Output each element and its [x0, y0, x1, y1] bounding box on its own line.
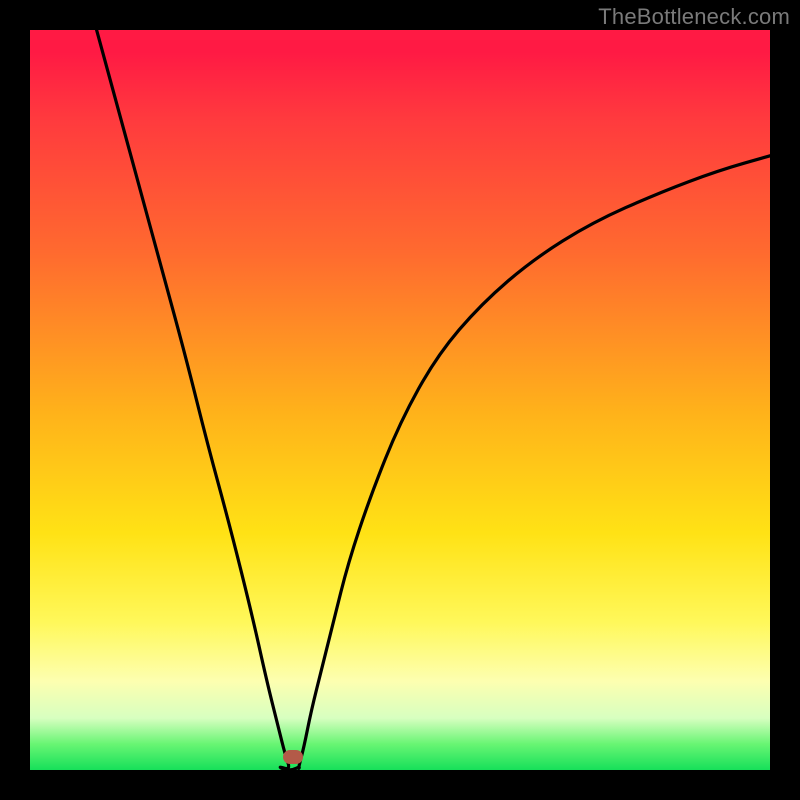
- plot-area: [30, 30, 770, 770]
- watermark-text: TheBottleneck.com: [598, 4, 790, 30]
- bottleneck-curve: [97, 30, 770, 770]
- chart-frame: TheBottleneck.com: [0, 0, 800, 800]
- optimal-marker: [283, 750, 303, 764]
- curve-svg: [30, 30, 770, 770]
